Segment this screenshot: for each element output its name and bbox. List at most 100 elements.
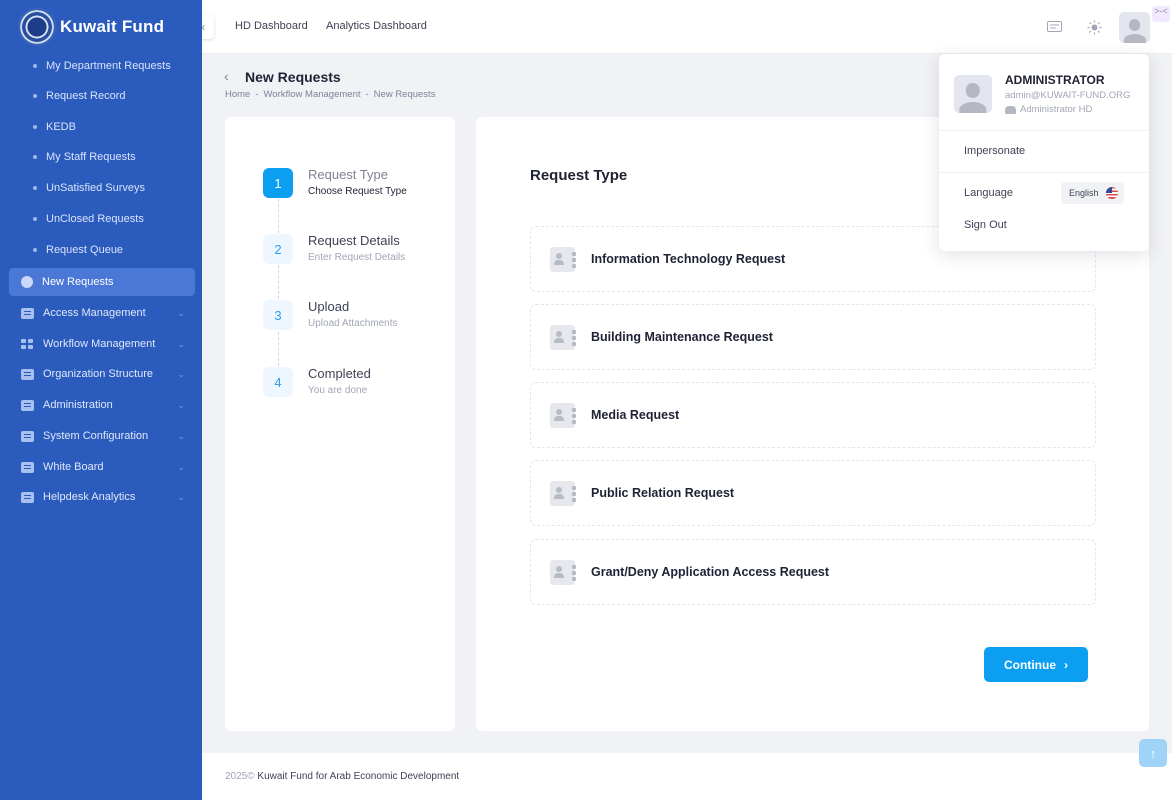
brand-name: Kuwait Fund: [60, 17, 165, 36]
option-label: Public Relation Request: [591, 486, 735, 500]
option-label: Media Request: [591, 408, 680, 422]
step-description: Choose Request Type: [308, 186, 407, 197]
sidebar-group-workflow-management[interactable]: Workflow Management ⌄: [9, 330, 195, 358]
arrow-up-icon: ↑: [1149, 745, 1157, 761]
step-title: Request Type: [308, 167, 388, 182]
stepper-card: 1 Request Type Choose Request Type 2 Req…: [225, 117, 455, 731]
step-number: 4: [263, 367, 293, 397]
bullet-icon: [33, 217, 37, 221]
step-description: You are done: [308, 385, 368, 396]
hd-dashboard-link[interactable]: HD Dashboard: [235, 20, 308, 32]
chevron-down-icon: ⌄: [177, 430, 185, 441]
language-selector[interactable]: English: [1061, 182, 1124, 204]
kuwait-fund-emblem-icon: [18, 8, 56, 46]
avatar-body: [1123, 34, 1146, 43]
step-title: Request Details: [308, 233, 400, 248]
sidebar-item-label: New Requests: [42, 276, 114, 288]
sun-icon[interactable]: [1084, 17, 1104, 37]
extension-icon[interactable]: >-<: [1152, 6, 1170, 22]
sidebar-item-kedb[interactable]: KEDB: [0, 112, 202, 142]
menu-divider: [939, 130, 1149, 131]
us-flag-icon: [1105, 187, 1118, 199]
chevron-down-icon: ⌄: [177, 491, 185, 502]
bullet-icon: [33, 64, 37, 68]
avatar: [954, 75, 992, 113]
option-label: Information Technology Request: [591, 252, 786, 266]
analytics-dashboard-link[interactable]: Analytics Dashboard: [326, 20, 427, 32]
step-description: Enter Request Details: [308, 252, 406, 263]
sidebar-item-my-department-requests[interactable]: My Department Requests: [0, 51, 202, 81]
option-public-relation-request[interactable]: Public Relation Request: [530, 460, 1096, 526]
message-icon: [21, 491, 34, 503]
language-menu-item[interactable]: Language: [964, 187, 1013, 199]
bullet-icon: [33, 248, 37, 252]
users-icon: [1005, 105, 1016, 114]
breadcrumb-separator: -: [255, 89, 259, 100]
user-dropdown-menu: ADMINISTRATOR admin@KUWAIT-FUND.ORG Admi…: [939, 54, 1149, 251]
message-icon: [21, 368, 34, 380]
breadcrumb: Home - Workflow Management - New Request…: [225, 89, 435, 100]
sidebar-item-request-record[interactable]: Request Record: [0, 81, 202, 111]
footer-copyright: 2025© Kuwait Fund for Arab Economic Deve…: [225, 771, 459, 782]
chevron-down-icon: ⌄: [177, 399, 185, 410]
section-title: Request Type: [530, 167, 628, 184]
user-icon: [21, 276, 33, 288]
option-media-request[interactable]: Media Request: [530, 382, 1096, 448]
breadcrumb-home[interactable]: Home: [225, 89, 250, 100]
sidebar-item-label: Request Record: [46, 90, 126, 102]
sidebar-group-white-board[interactable]: White Board ⌄: [9, 453, 195, 481]
step-title: Completed: [308, 366, 371, 381]
sidebar-group-label: Helpdesk Analytics: [43, 491, 136, 503]
sidebar-item-unclosed-requests[interactable]: UnClosed Requests: [0, 204, 202, 234]
impersonate-menu-item[interactable]: Impersonate: [964, 145, 1025, 157]
sign-out-menu-item[interactable]: Sign Out: [964, 219, 1007, 231]
avatar-body: [959, 102, 987, 113]
step-number: 3: [263, 300, 293, 330]
option-grant-deny-application-access-request[interactable]: Grant/Deny Application Access Request: [530, 539, 1096, 605]
sidebar-item-new-requests[interactable]: New Requests: [9, 268, 195, 296]
option-label: Building Maintenance Request: [591, 330, 773, 344]
step-number: 1: [263, 168, 293, 198]
breadcrumb-current: New Requests: [373, 89, 436, 100]
sidebar-item-label: My Staff Requests: [46, 151, 136, 163]
user-avatar-button[interactable]: [1119, 12, 1150, 43]
breadcrumb-separator: -: [365, 89, 369, 100]
arrow-right-icon: ›: [1064, 657, 1068, 672]
sidebar-group-system-configuration[interactable]: System Configuration ⌄: [9, 422, 195, 450]
topbar: « HD Dashboard Analytics Dashboard >-<: [190, 0, 1172, 54]
sidebar-group-label: White Board: [43, 461, 104, 473]
back-arrow-icon[interactable]: ‹: [224, 68, 229, 84]
step-request-details: 2 Request Details Enter Request Details: [263, 233, 453, 274]
option-building-maintenance-request[interactable]: Building Maintenance Request: [530, 304, 1096, 370]
chevron-down-icon: ⌄: [177, 307, 185, 318]
step-title: Upload: [308, 299, 350, 314]
option-label: Grant/Deny Application Access Request: [591, 565, 830, 579]
footer-org-link[interactable]: Kuwait Fund for Arab Economic Developmen…: [257, 771, 459, 782]
contact-book-icon: [550, 402, 576, 428]
user-role-label: Administrator HD: [1020, 104, 1093, 115]
sidebar-item-unsatisfied-surveys[interactable]: UnSatisfied Surveys: [0, 173, 202, 203]
user-email: admin@KUWAIT-FUND.ORG: [1005, 90, 1131, 101]
message-icon: [21, 399, 34, 411]
sidebar-item-my-staff-requests[interactable]: My Staff Requests: [0, 142, 202, 172]
sidebar: My Department Requests Request Record KE…: [0, 0, 202, 800]
id-card-icon: [21, 307, 34, 319]
continue-button[interactable]: Continue ›: [984, 647, 1088, 682]
sidebar-item-request-queue[interactable]: Request Queue: [0, 235, 202, 265]
scroll-to-top-button[interactable]: ↑: [1139, 739, 1167, 767]
language-value: English: [1069, 188, 1099, 198]
avatar-head: [1128, 18, 1141, 31]
sidebar-item-label: KEDB: [46, 121, 76, 133]
sidebar-group-administration[interactable]: Administration ⌄: [9, 391, 195, 419]
brand-logo[interactable]: Kuwait Fund: [0, 0, 202, 54]
bullet-icon: [33, 94, 37, 98]
contact-book-icon: [550, 324, 576, 350]
sidebar-item-label: UnSatisfied Surveys: [46, 182, 146, 194]
chevron-down-icon: ⌄: [177, 368, 185, 379]
chat-icon[interactable]: [1044, 17, 1064, 37]
sidebar-group-organization-structure[interactable]: Organization Structure ⌄: [9, 360, 195, 388]
breadcrumb-workflow-management[interactable]: Workflow Management: [264, 89, 361, 100]
sidebar-group-access-management[interactable]: Access Management ⌄: [9, 299, 195, 327]
bullet-icon: [33, 186, 37, 190]
sidebar-group-helpdesk-analytics[interactable]: Helpdesk Analytics ⌄: [9, 483, 195, 511]
